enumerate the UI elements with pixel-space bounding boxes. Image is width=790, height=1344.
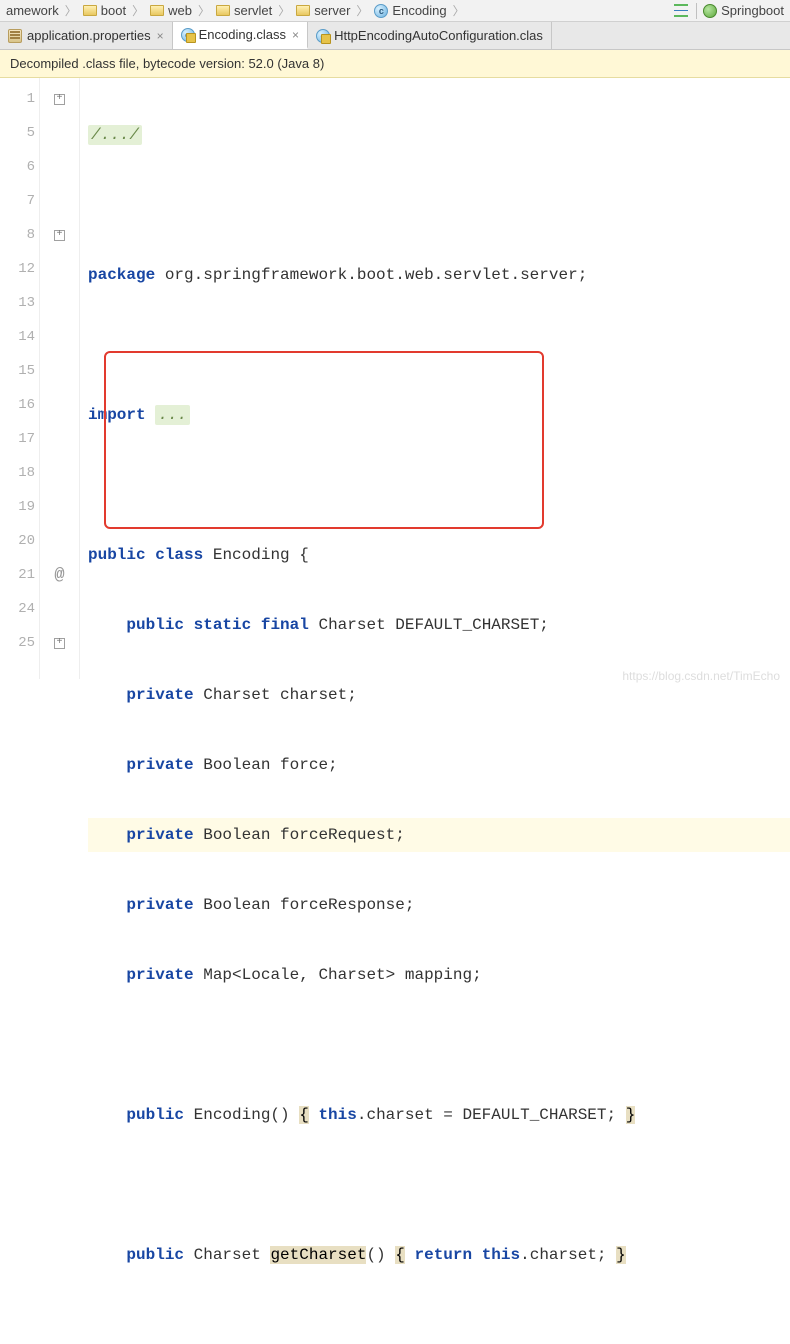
- chevron-right-icon: 〉: [196, 2, 212, 19]
- folder-icon: [150, 5, 164, 16]
- chevron-right-icon: 〉: [130, 2, 146, 19]
- run-config-selector[interactable]: Springboot: [703, 3, 784, 18]
- fold-expand-icon[interactable]: +: [54, 638, 65, 649]
- folded-region[interactable]: /.../: [88, 125, 142, 145]
- breadcrumb-item-web[interactable]: web: [146, 3, 196, 18]
- editor-tabs: application.properties × c Encoding.clas…: [0, 22, 790, 50]
- breadcrumb-item-servlet[interactable]: servlet: [212, 3, 276, 18]
- spring-leaf-icon: [703, 4, 717, 18]
- folder-icon: [83, 5, 97, 16]
- class-icon: c: [316, 29, 330, 43]
- tab-encoding-class[interactable]: c Encoding.class ×: [173, 22, 308, 49]
- breadcrumb-bar: amework 〉 boot 〉 web 〉 servlet 〉 server …: [0, 0, 790, 22]
- highlight-annotation: [104, 351, 544, 529]
- close-icon[interactable]: ×: [292, 28, 299, 42]
- close-icon[interactable]: ×: [157, 29, 164, 43]
- folder-icon: [296, 5, 310, 16]
- breadcrumb-item-amework[interactable]: amework: [2, 3, 63, 18]
- properties-file-icon: [8, 29, 22, 43]
- separator: [696, 3, 697, 19]
- class-icon: c: [374, 4, 388, 18]
- breadcrumb-item-server[interactable]: server: [292, 3, 354, 18]
- fold-expand-icon[interactable]: +: [54, 230, 65, 241]
- chevron-right-icon: 〉: [276, 2, 292, 19]
- breadcrumb-item-boot[interactable]: boot: [79, 3, 130, 18]
- decompiled-banner: Decompiled .class file, bytecode version…: [0, 50, 790, 78]
- code-content[interactable]: /.../ package org.springframework.boot.w…: [80, 78, 790, 679]
- tab-httpencoding-class[interactable]: c HttpEncodingAutoConfiguration.clas: [308, 22, 552, 49]
- class-icon: c: [181, 28, 195, 42]
- folder-icon: [216, 5, 230, 16]
- chevron-right-icon: 〉: [354, 2, 370, 19]
- breadcrumb-item-encoding[interactable]: c Encoding: [370, 3, 450, 18]
- tab-application-properties[interactable]: application.properties ×: [0, 22, 173, 49]
- scroll-from-source-icon[interactable]: [674, 3, 690, 19]
- override-marker-icon[interactable]: @: [54, 566, 64, 585]
- chevron-right-icon: 〉: [451, 2, 467, 19]
- line-number-gutter: 1 5 6 7 8 12 13 14 15 16 17 18 19 20 21 …: [0, 78, 40, 679]
- chevron-right-icon: 〉: [63, 2, 79, 19]
- folded-region[interactable]: ...: [155, 405, 190, 425]
- watermark: https://blog.csdn.net/TimEcho: [622, 669, 780, 683]
- fold-expand-icon[interactable]: +: [54, 94, 65, 105]
- fold-gutter: + + @ +: [40, 78, 80, 679]
- editor-area[interactable]: 1 5 6 7 8 12 13 14 15 16 17 18 19 20 21 …: [0, 78, 790, 679]
